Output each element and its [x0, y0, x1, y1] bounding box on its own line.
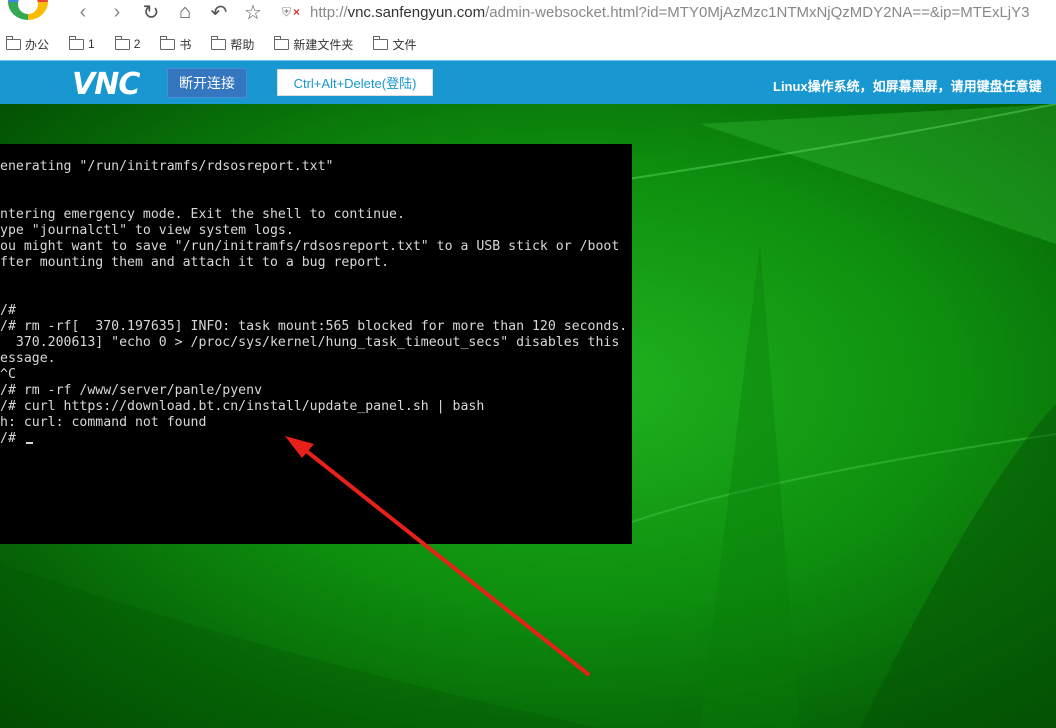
folder-icon — [160, 35, 176, 50]
folder-icon — [274, 35, 290, 50]
folder-icon — [211, 35, 227, 50]
url-host: vnc.sanfengyun.com — [347, 3, 486, 21]
terminal-cursor — [25, 442, 33, 444]
folder-icon — [69, 35, 85, 50]
terminal-line: /# curl https://download.bt.cn/install/u… — [0, 399, 485, 414]
black-screen-notice: Linux操作系统，如屏幕黑屏，请用键盘任意键 — [773, 79, 1042, 94]
disconnect-button[interactable]: 断开连接 — [167, 68, 247, 98]
bookmarks-bar: 办公 1 2 书 帮助 新建文件夹 文件 — [0, 34, 1056, 54]
vnc-logo: VNC — [72, 67, 140, 102]
folder-icon — [114, 35, 130, 50]
bookmark-label: 1 — [88, 37, 95, 51]
terminal-prompt: /# — [0, 431, 24, 446]
bookmark-label: 书 — [179, 37, 192, 52]
browser-logo-icon[interactable] — [8, 0, 48, 20]
back-icon[interactable]: ‹ — [70, 0, 96, 24]
folder-icon — [6, 35, 21, 50]
reload-icon[interactable]: ↻ — [138, 0, 164, 24]
url-scheme: http:// — [310, 3, 348, 21]
terminal-line: h: curl: command not found — [0, 415, 207, 430]
bookmark-folder[interactable]: 书 — [160, 35, 192, 53]
terminal-line: fter mounting them and attach it to a bu… — [0, 255, 390, 270]
terminal-line: 370.200613] "echo 0 > /proc/sys/kernel/h… — [0, 335, 620, 350]
terminal-line: /# — [0, 303, 16, 318]
vnc-header: VNC 断开连接 Ctrl+Alt+Delete(登陆) Linux操作系统，如… — [0, 60, 1056, 105]
bookmark-label: 新建文件夹 — [293, 37, 354, 52]
terminal-line: ou might want to save "/run/initramfs/rd… — [0, 239, 620, 254]
terminal-line: ntering emergency mode. Exit the shell t… — [0, 207, 405, 222]
terminal-console[interactable]: enerating "/run/initramfs/rdsosreport.tx… — [0, 144, 632, 544]
bookmark-folder[interactable]: 2 — [114, 35, 141, 51]
bookmark-label: 文件 — [392, 37, 417, 52]
address-bar[interactable]: ⛨ × http://vnc.sanfengyun.com/admin-webso… — [282, 0, 1056, 24]
terminal-line: enerating "/run/initramfs/rdsosreport.tx… — [0, 159, 334, 174]
terminal-line: essage. — [0, 351, 56, 366]
ctrl-alt-delete-button[interactable]: Ctrl+Alt+Delete(登陆) — [277, 69, 433, 96]
bookmark-label: 办公 — [25, 37, 50, 52]
bookmark-folder[interactable]: 1 — [69, 35, 95, 51]
terminal-line: ^C — [0, 367, 16, 382]
home-icon[interactable]: ⌂ — [172, 0, 198, 24]
bookmark-folder[interactable]: 文件 — [373, 35, 417, 53]
terminal-line: ype "journalctl" to view system logs. — [0, 223, 294, 238]
terminal-line: /# rm -rf[ 370.197635] INFO: task mount:… — [0, 319, 628, 334]
bookmark-label: 2 — [133, 37, 141, 51]
bookmark-folder[interactable]: 办公 — [6, 35, 50, 53]
terminal-line: /# rm -rf /www/server/panle/pyenv — [0, 383, 263, 398]
folder-icon — [373, 35, 389, 50]
forward-icon[interactable]: › — [104, 0, 130, 24]
terminal-prompt-line: /# — [0, 431, 33, 447]
bookmark-label: 帮助 — [230, 37, 255, 52]
bookmark-folder[interactable]: 帮助 — [211, 35, 255, 53]
browser-toolbar: ‹ › ↻ ⌂ ↶ ☆ ⛨ × http://vnc.sanfengyun.com… — [0, 0, 1056, 30]
star-icon[interactable]: ☆ — [240, 0, 266, 24]
url-path: /admin-websocket.html?id=MTY0MjAzMzc1NTM… — [485, 3, 1030, 21]
undo-icon[interactable]: ↶ — [206, 0, 232, 24]
bookmark-folder[interactable]: 新建文件夹 — [274, 35, 354, 53]
insecure-connection-icon[interactable]: ⛨ × — [282, 5, 300, 20]
